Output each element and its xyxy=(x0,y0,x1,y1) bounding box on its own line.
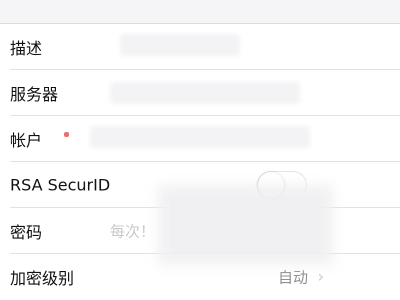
password-placeholder[interactable]: 每次！ xyxy=(110,221,155,242)
blurred-value xyxy=(110,82,300,104)
encryption-level-value: 自动 xyxy=(277,268,308,287)
account-label: 帐户 xyxy=(10,131,43,150)
chevron-right-icon: › xyxy=(317,267,324,286)
blurred-value xyxy=(90,126,310,148)
red-mark xyxy=(64,132,69,137)
server-label: 服务器 xyxy=(10,85,59,104)
encryption-level-label: 加密级别 xyxy=(10,269,75,288)
blurred-value xyxy=(120,34,240,56)
navigation-bar-area xyxy=(0,0,400,24)
vpn-configuration-screen: 描述 服务器 帐户 RSA SecurID 密码 每次！ 加密级别 自动 › xyxy=(0,0,400,300)
account-row[interactable]: 帐户 xyxy=(0,116,400,162)
server-row[interactable]: 服务器 xyxy=(0,70,400,116)
description-label: 描述 xyxy=(10,39,43,58)
blurred-overlay xyxy=(158,185,333,265)
password-label: 密码 xyxy=(10,223,43,242)
rsa-securid-label: RSA SecurID xyxy=(10,175,111,195)
description-row[interactable]: 描述 xyxy=(0,24,400,70)
